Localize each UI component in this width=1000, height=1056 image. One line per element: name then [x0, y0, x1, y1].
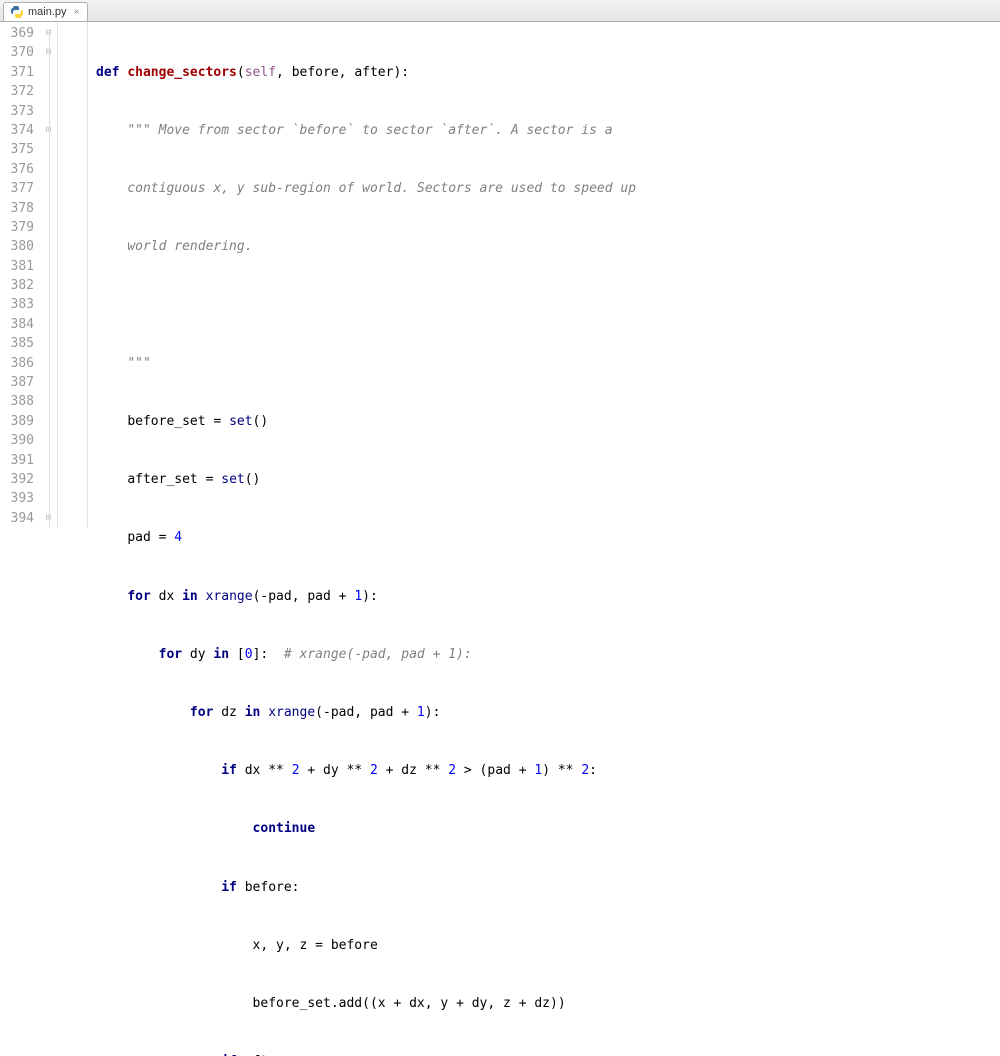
line-number: 392: [0, 470, 34, 489]
line-number: 394: [0, 509, 34, 528]
tab-close-button[interactable]: ×: [71, 6, 83, 18]
line-number: 386: [0, 354, 34, 373]
line-number: 385: [0, 334, 34, 353]
line-number: 375: [0, 140, 34, 159]
line-number: 382: [0, 276, 34, 295]
line-number: 387: [0, 373, 34, 392]
fold-column: ⊟⊟⊡⊡: [40, 22, 58, 528]
line-number: 378: [0, 199, 34, 218]
line-number: 391: [0, 451, 34, 470]
line-number: 371: [0, 63, 34, 82]
line-number: 384: [0, 315, 34, 334]
line-number: 372: [0, 82, 34, 101]
line-number: 388: [0, 392, 34, 411]
line-number: 381: [0, 257, 34, 276]
line-number: 376: [0, 160, 34, 179]
line-number: 379: [0, 218, 34, 237]
tab-filename: main.py: [28, 6, 67, 18]
code-area[interactable]: def change_sectors(self, before, after):…: [88, 22, 636, 528]
line-number: 374: [0, 121, 34, 140]
line-number: 373: [0, 102, 34, 121]
tab-bar: main.py ×: [0, 0, 1000, 22]
line-number-gutter: 3693703713723733743753763773783793803813…: [0, 22, 40, 528]
line-number: 369: [0, 24, 34, 43]
line-number: 389: [0, 412, 34, 431]
line-number: 390: [0, 431, 34, 450]
indent-guide-column: [58, 22, 88, 528]
line-number: 393: [0, 489, 34, 508]
code-editor[interactable]: 3693703713723733743753763773783793803813…: [0, 22, 1000, 528]
line-number: 380: [0, 237, 34, 256]
python-file-icon: [10, 5, 24, 19]
line-number: 383: [0, 295, 34, 314]
line-number: 377: [0, 179, 34, 198]
line-number: 370: [0, 43, 34, 62]
file-tab-main[interactable]: main.py ×: [3, 2, 88, 21]
